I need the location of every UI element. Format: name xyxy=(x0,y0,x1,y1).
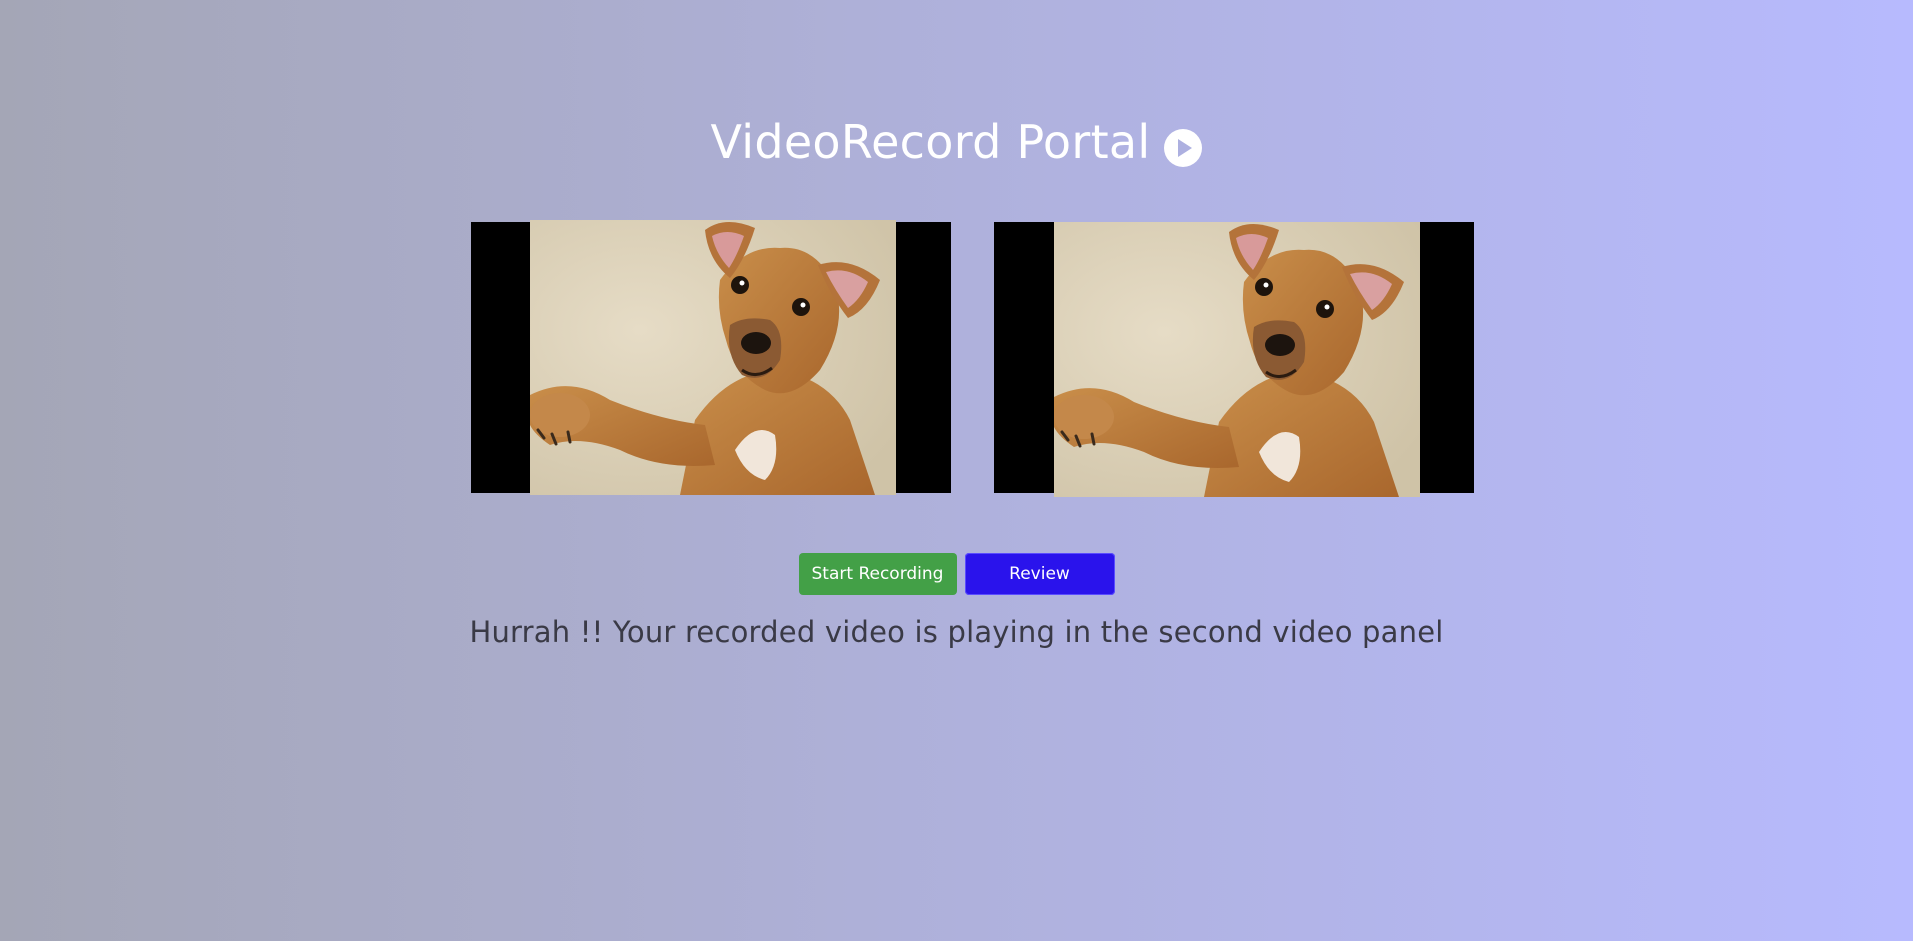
live-camera-panel[interactable] xyxy=(471,222,951,493)
dog-image xyxy=(1054,222,1420,497)
recording-controls: Start Recording Review xyxy=(0,553,1913,595)
page-header: VideoRecord Portal xyxy=(0,112,1913,172)
status-message: Hurrah !! Your recorded video is playing… xyxy=(469,615,1444,649)
review-button[interactable]: Review xyxy=(964,553,1115,595)
page-title-text: VideoRecord Portal xyxy=(710,115,1151,169)
start-recording-button[interactable]: Start Recording xyxy=(798,553,957,595)
dog-image xyxy=(530,220,896,495)
live-camera-frame xyxy=(530,220,896,495)
play-circle-icon xyxy=(1163,122,1203,167)
recorded-playback-frame xyxy=(1054,222,1420,497)
page-title: VideoRecord Portal xyxy=(711,112,1203,172)
recorded-playback-panel[interactable] xyxy=(994,222,1474,493)
